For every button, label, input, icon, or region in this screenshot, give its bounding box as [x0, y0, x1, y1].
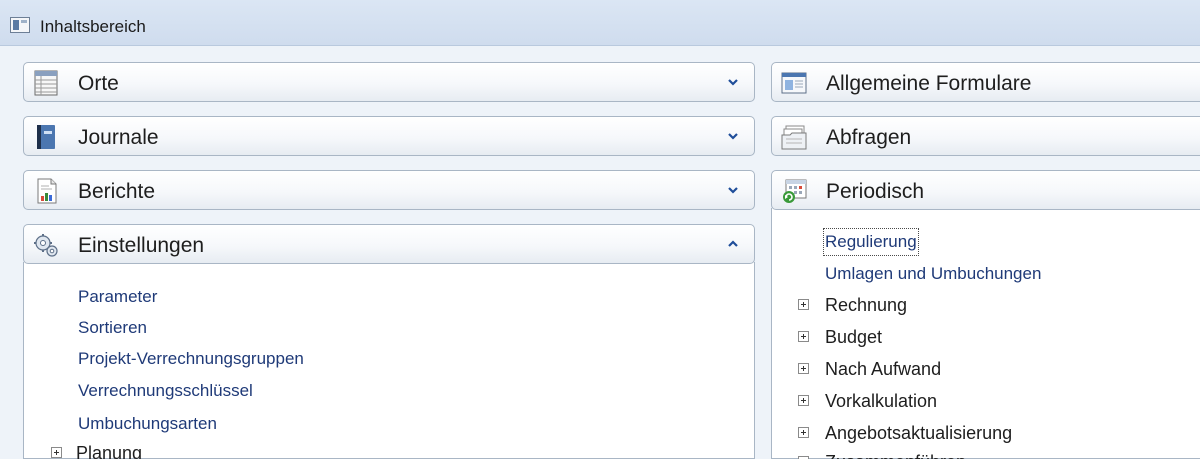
tree-item-planung[interactable]: Planung [76, 441, 142, 459]
chevron-down-icon[interactable] [726, 129, 740, 143]
gears-icon [34, 234, 58, 257]
tree-item-nach-aufwand[interactable]: Nach Aufwand [825, 357, 941, 381]
grid-list-icon [34, 70, 58, 96]
panel-header-allgemeine-formulare[interactable]: Allgemeine Formulare [771, 62, 1200, 102]
panel-header-berichte[interactable]: Berichte [23, 170, 755, 210]
calendar-refresh-icon [783, 179, 807, 203]
link-umlagen-und-umbuchungen[interactable]: Umlagen und Umbuchungen [820, 262, 1048, 286]
expand-plus-icon[interactable] [798, 331, 809, 342]
expand-plus-icon[interactable] [51, 447, 62, 458]
tree-item-zusammenfuehren[interactable]: Zusammenführen [825, 450, 966, 459]
panel-header-abfragen[interactable]: Abfragen [771, 116, 1200, 156]
expand-plus-icon[interactable] [798, 299, 809, 310]
panel-title-berichte: Berichte [78, 180, 156, 203]
report-chart-icon [37, 178, 57, 204]
tree-item-rechnung[interactable]: Rechnung [825, 293, 907, 317]
link-regulierung[interactable]: Regulierung [823, 228, 919, 256]
tree-item-budget[interactable]: Budget [825, 325, 882, 349]
panel-title-orte: Orte [78, 72, 119, 95]
panel-title-journale: Journale [78, 126, 159, 149]
chevron-up-icon[interactable] [726, 237, 740, 251]
chevron-down-icon[interactable] [726, 183, 740, 197]
tree-item-vorkalkulation[interactable]: Vorkalkulation [825, 389, 937, 413]
panel-title-abfragen: Abfragen [826, 126, 912, 149]
window-icon [10, 17, 30, 33]
panel-header-einstellungen[interactable]: Einstellungen [23, 224, 755, 264]
panel-header-orte[interactable]: Orte [23, 62, 755, 102]
panel-header-periodisch[interactable]: Periodisch [771, 170, 1200, 210]
folder-documents-icon [781, 125, 807, 150]
journal-book-icon [37, 125, 55, 149]
panel-header-journale[interactable]: Journale [23, 116, 755, 156]
link-umbuchungsarten[interactable]: Umbuchungsarten [74, 412, 223, 436]
expand-plus-icon[interactable] [798, 395, 809, 406]
link-projekt-verrechnungsgruppen[interactable]: Projekt-Verrechnungsgruppen [74, 347, 310, 371]
link-parameter[interactable]: Parameter [73, 285, 164, 309]
window-titlebar: Inhaltsbereich [0, 0, 1200, 46]
panel-title-einstellungen: Einstellungen [78, 234, 205, 257]
window-title: Inhaltsbereich [40, 17, 146, 36]
tree-item-angebotsaktualisierung[interactable]: Angebotsaktualisierung [825, 421, 1012, 445]
panel-title-periodisch: Periodisch [826, 180, 925, 203]
chevron-down-icon[interactable] [726, 75, 740, 89]
link-sortieren[interactable]: Sortieren [78, 316, 147, 340]
link-verrechnungsschluessel[interactable]: Verrechnungsschlüssel [74, 379, 259, 403]
expand-plus-icon[interactable] [798, 427, 809, 438]
expand-plus-icon[interactable] [798, 363, 809, 374]
panel-title-allgemeine-formulare: Allgemeine Formulare [826, 72, 1032, 95]
form-window-icon [781, 72, 807, 94]
